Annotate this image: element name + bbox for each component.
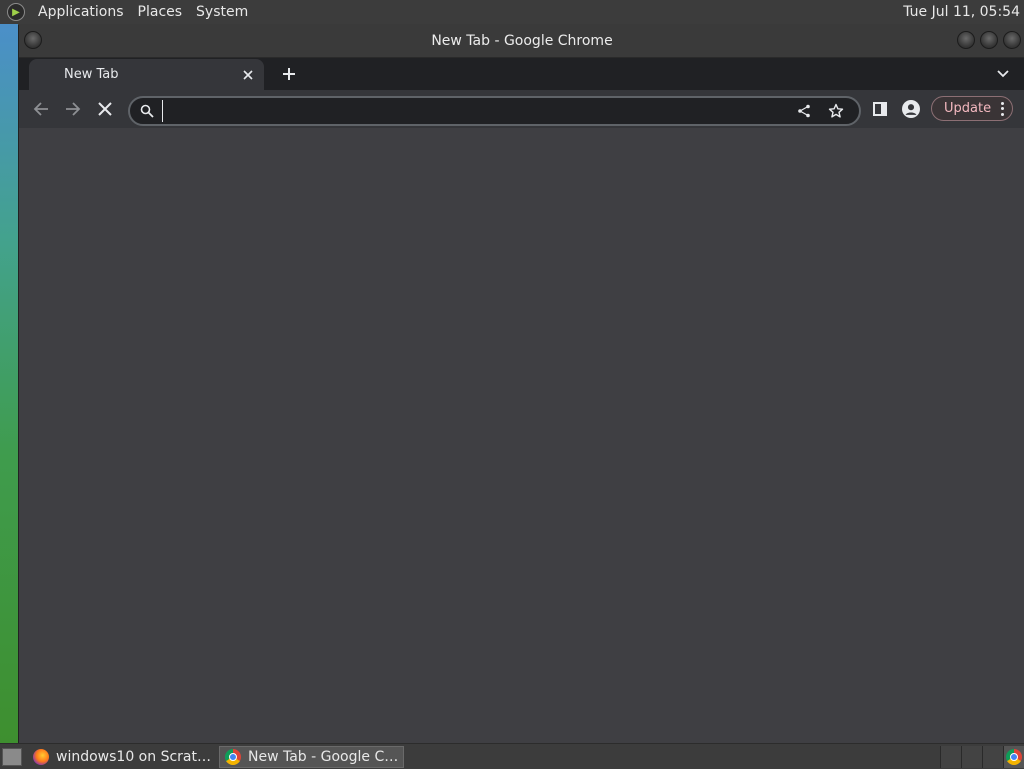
address-input[interactable] [162,100,795,122]
maximize-button[interactable] [980,31,998,49]
new-tab-button[interactable] [279,64,299,84]
side-panel-icon [873,102,887,116]
chrome-icon [1006,748,1022,765]
places-menu[interactable]: Places [131,4,190,20]
workspace-2[interactable] [961,745,982,768]
firefox-icon [33,748,49,765]
chrome-icon [224,748,241,765]
search-icon [140,104,154,118]
system-menu[interactable]: System [189,4,255,20]
top-panel: ▶ Applications Places System Tue Jul 11,… [0,0,1024,24]
minimize-button[interactable] [957,31,975,49]
tab-search-button[interactable] [995,66,1011,82]
taskbar-item-label: windows10 on Scrat… [56,748,211,765]
workspace-1[interactable] [940,745,961,768]
share-icon[interactable] [795,102,813,120]
taskbar-item-firefox[interactable]: windows10 on Scrat… [28,746,216,768]
tab-new-tab[interactable]: New Tab [29,59,264,90]
applications-menu[interactable]: Applications [31,4,131,20]
window-title: New Tab - Google Chrome [431,33,613,49]
profile-button[interactable] [902,100,920,118]
taskbar-item-label: New Tab - Google C… [247,748,399,765]
taskbar-item-chrome[interactable]: New Tab - Google C… [218,745,405,768]
show-desktop-icon[interactable] [2,747,22,766]
tray-chrome-icon[interactable] [1003,745,1024,768]
desktop-background [0,24,18,744]
update-button[interactable]: Update [931,96,1013,121]
stop-icon [98,102,112,116]
bookmark-star-icon[interactable] [827,102,845,120]
update-label: Update [944,101,992,116]
tab-title: New Tab [64,67,119,82]
workspace-3[interactable] [982,745,1003,768]
bottom-taskbar: windows10 on Scrat… New Tab - Google C… [0,743,1024,769]
mate-logo-icon[interactable]: ▶ [7,3,25,21]
window-menu-button[interactable] [24,31,42,49]
avatar-icon [902,100,920,118]
back-button[interactable] [32,100,50,118]
kebab-menu-icon[interactable] [1000,101,1004,116]
close-tab-icon[interactable] [240,67,256,83]
page-content[interactable] [19,128,1024,743]
plus-icon [283,68,295,80]
address-bar[interactable] [128,96,861,126]
window-titlebar[interactable]: New Tab - Google Chrome [19,25,1024,58]
forward-button[interactable] [64,100,82,118]
toolbar: Update [19,90,1024,129]
stop-button[interactable] [96,100,114,118]
side-panel-button[interactable] [871,100,889,118]
workspace-switcher[interactable] [940,745,1024,768]
tab-strip: New Tab [19,58,1024,90]
chevron-down-icon [997,70,1009,78]
close-window-button[interactable] [1003,31,1021,49]
forward-arrow-icon [66,102,81,116]
chrome-window: New Tab - Google Chrome New Tab Update [18,25,1024,743]
clock[interactable]: Tue Jul 11, 05:54 [903,4,1020,20]
back-arrow-icon [33,102,48,116]
